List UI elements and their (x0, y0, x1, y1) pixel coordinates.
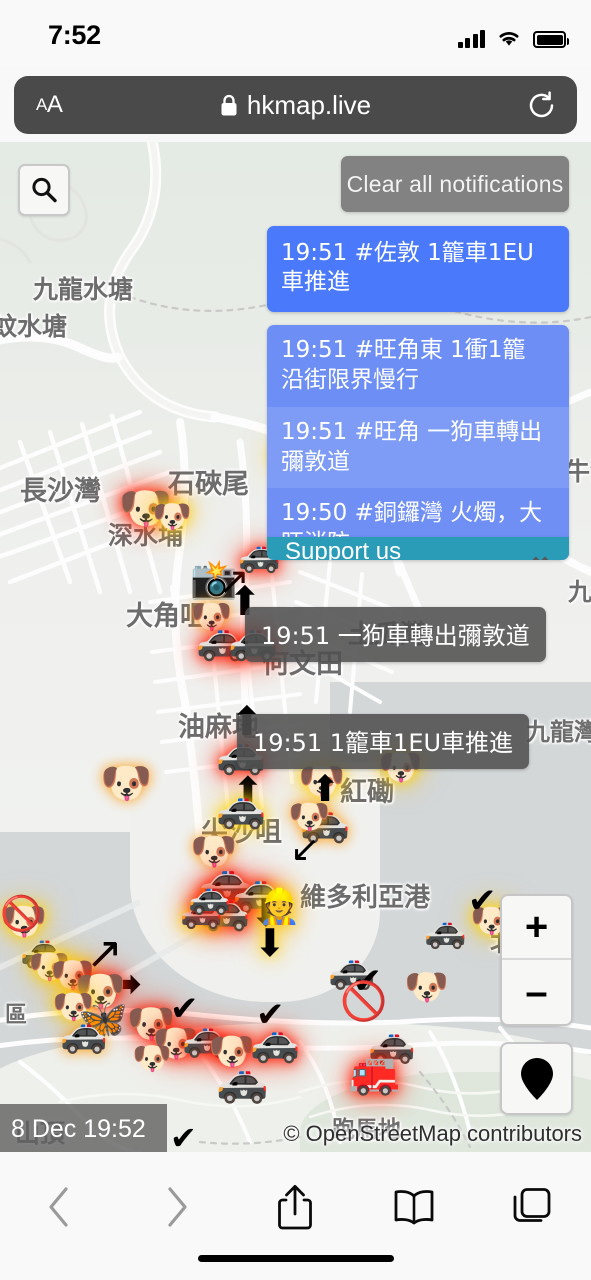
url-display[interactable]: hkmap.live (14, 76, 577, 134)
phone-screen: 7:52 AA hkmap.live 九龍水塘 蚊水塘 長沙灣 石硤尾 深水埔 … (0, 0, 591, 1280)
share-button[interactable] (253, 1176, 337, 1238)
notification-item[interactable]: 19:51 #旺角 一狗車轉出彌敦道 (267, 406, 569, 489)
map-timestamp: 8 Dec 19:52 (0, 1104, 167, 1152)
map-place-label: 區 (5, 1003, 28, 1028)
zoom-controls[interactable]: + – (500, 894, 573, 1026)
map-marker-police-car[interactable]: 🚓 (424, 914, 466, 948)
map-marker-police-car[interactable]: 🚓 (216, 1060, 268, 1102)
browser-address-bar[interactable]: AA hkmap.live (14, 76, 577, 134)
support-banner-label: Support us @hkmaplive (285, 537, 402, 560)
map-marker-dog-face[interactable]: 🐶 (100, 762, 152, 804)
zoom-out-button[interactable]: – (502, 960, 571, 1024)
map-marker-check-mark[interactable]: ✔ (468, 884, 497, 918)
map-place-label: 九龍水塘 (33, 275, 134, 304)
map-place-label: 九龍灣 (526, 718, 591, 746)
status-bar: 7:52 (0, 0, 591, 66)
reload-icon (529, 90, 554, 117)
home-indicator (197, 1255, 394, 1262)
map-marker-police-car[interactable]: 🚓 (60, 1014, 107, 1052)
map-place-label: 長沙灣 (20, 476, 101, 507)
lock-icon (221, 94, 237, 115)
tabs-button[interactable] (490, 1176, 574, 1238)
book-icon (394, 1190, 434, 1225)
notification-item[interactable]: 19:51 #旺角東 1衝1籠 沿街限界慢行 (267, 324, 569, 407)
map-place-label: 蚊水塘 (0, 312, 68, 341)
map-place-label: 九龍 (568, 578, 591, 606)
map-marker-police-car[interactable]: 🚓 (250, 1022, 300, 1062)
chevron-left-icon (49, 1187, 68, 1227)
support-banner[interactable]: Support us @hkmaplive ✖ (267, 536, 569, 560)
map-place-label: 維多利亞港 (300, 883, 431, 913)
search-icon (32, 177, 57, 203)
status-bar-clock: 7:52 (48, 20, 101, 50)
map-marker-dog-face[interactable]: 🐶 (404, 970, 449, 1006)
forward-button[interactable] (135, 1176, 219, 1238)
reload-button[interactable] (526, 76, 557, 134)
chevron-right-icon (168, 1187, 187, 1227)
map-marker-no-entry[interactable]: 🚫 (340, 982, 387, 1020)
map-marker-fire-engine[interactable]: 🚒 (348, 1052, 400, 1094)
notification-list[interactable]: 19:51 #旺角東 1衝1籠 沿街限界慢行 19:51 #旺角 一狗車轉出彌敦… (267, 324, 569, 560)
battery-icon (533, 31, 569, 48)
notification-featured[interactable]: 19:51 #佐敦 1籠車1EU車推進 (267, 226, 569, 312)
map-tooltip[interactable]: 19:51 一狗車轉出彌敦道 (245, 607, 546, 662)
close-icon[interactable]: ✖ (530, 551, 551, 560)
map-marker-dog-face[interactable]: 🐶 (152, 500, 192, 532)
url-text: hkmap.live (246, 89, 372, 120)
map-marker-construction-worker[interactable]: 👷 (258, 890, 300, 924)
back-button[interactable] (17, 1176, 101, 1238)
map-marker-arrow-down[interactable]: ⬇ (254, 924, 286, 962)
share-icon (278, 1185, 313, 1230)
map-attribution[interactable]: © OpenStreetMap contributors (283, 1121, 582, 1147)
map-search-button[interactable] (18, 164, 70, 216)
map-marker-no-entry[interactable]: 🚫 (0, 897, 42, 931)
map-pin-icon (520, 1057, 553, 1100)
bookmarks-button[interactable] (372, 1176, 456, 1238)
map-marker-arrow-up[interactable]: ⬆ (310, 772, 340, 808)
map-marker-arrow-down-left[interactable]: ↙ (290, 832, 320, 868)
cellular-signal-icon (457, 30, 485, 48)
map-marker-police-car[interactable]: 🚓 (216, 788, 266, 828)
wifi-icon (499, 31, 519, 46)
clear-all-notifications-button[interactable]: Clear all notifications (341, 156, 569, 212)
zoom-in-button[interactable]: + (502, 896, 571, 960)
map-place-label: 石硤尾 (168, 469, 249, 500)
notification-panel: Clear all notifications 19:51 #佐敦 1籠車1EU… (267, 156, 569, 560)
tabs-icon (513, 1188, 551, 1222)
map-marker-police-car[interactable]: 🚓 (188, 880, 230, 914)
map-marker-check-mark[interactable]: ✔ (170, 1122, 197, 1152)
map-tooltip[interactable]: 19:51 1籠車1EU車推進 (237, 714, 530, 769)
status-bar-icons (457, 24, 569, 48)
locate-me-button[interactable] (500, 1042, 573, 1115)
map-canvas[interactable]: 九龍水塘蚊水塘長沙灣石硤尾深水埔大角咀何文田土瓜灣油麻地尖沙咀紅磡維多利亞港九龍… (0, 142, 591, 1152)
map-marker-dog-face[interactable]: 🐶 (132, 1042, 172, 1074)
